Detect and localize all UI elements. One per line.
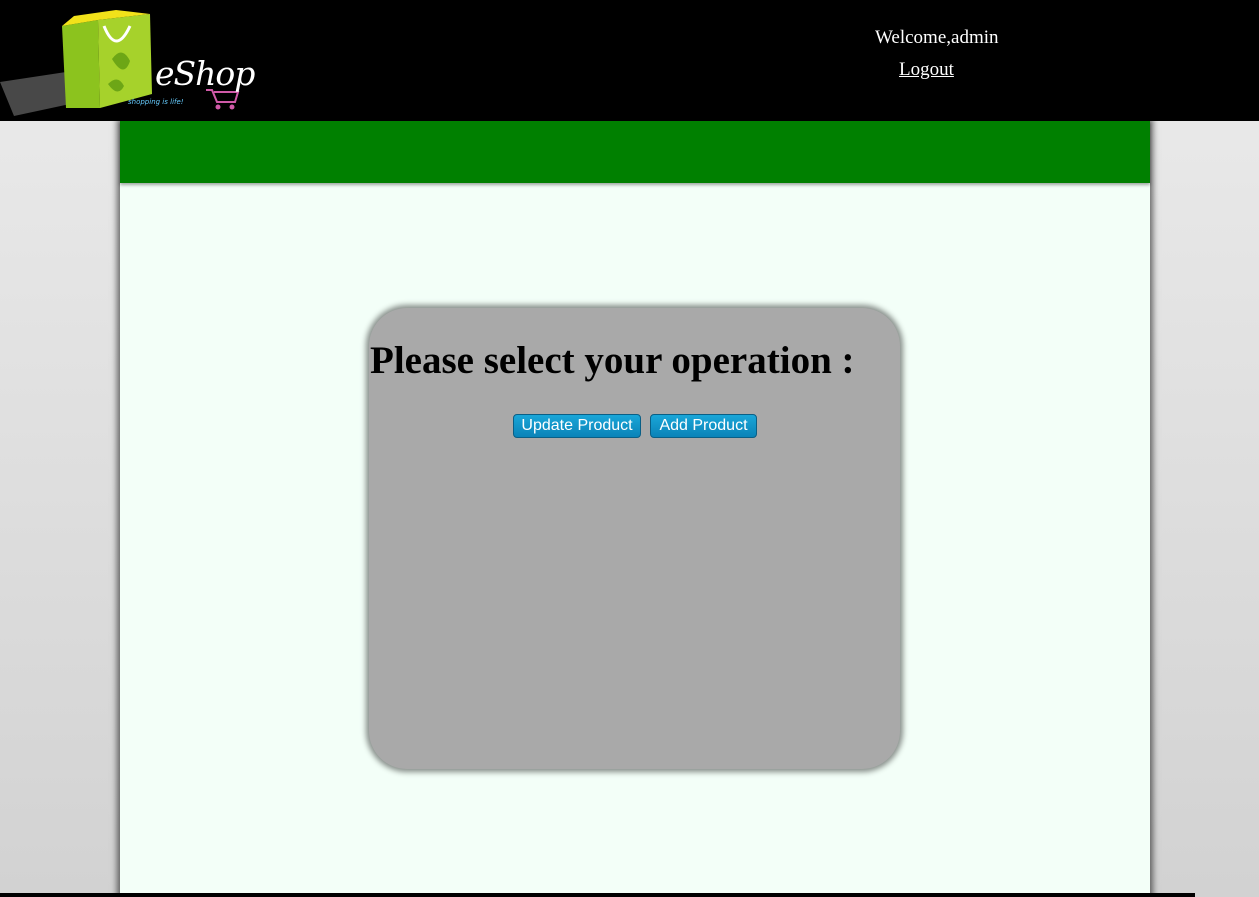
- operation-panel: Please select your operation : Update Pr…: [369, 308, 900, 769]
- green-banner: [120, 121, 1150, 183]
- add-product-button[interactable]: Add Product: [650, 414, 757, 438]
- logo-brand-text: eShop: [155, 54, 255, 93]
- logo-tagline: shopping is life!: [128, 98, 184, 106]
- update-product-button[interactable]: Update Product: [513, 414, 641, 438]
- welcome-text: Welcome,admin: [875, 27, 999, 48]
- logout-link[interactable]: Logout: [899, 59, 954, 81]
- bottom-divider: [0, 893, 1195, 897]
- main-content: Please select your operation : Update Pr…: [120, 121, 1150, 897]
- panel-title: Please select your operation :: [370, 339, 855, 382]
- header: eShop shopping is life! Welcome,admin Lo…: [0, 0, 1259, 121]
- eshop-logo[interactable]: eShop shopping is life!: [0, 4, 260, 116]
